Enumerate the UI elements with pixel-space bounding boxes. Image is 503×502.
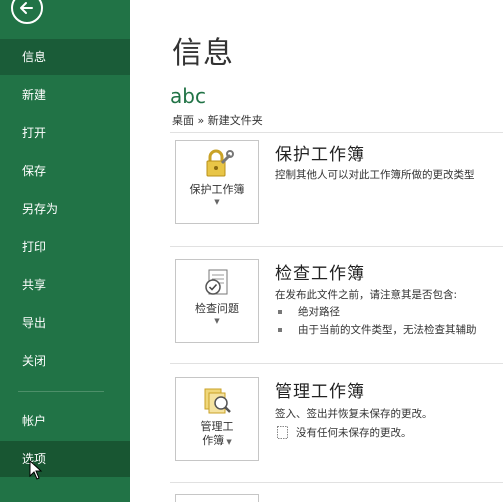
protect-workbook-label: 保护工作簿	[189, 183, 245, 196]
file-name: abc	[170, 84, 206, 108]
nav-options[interactable]: 选项	[0, 441, 130, 477]
manage-label-line1: 管理工	[200, 420, 234, 433]
bullet-item: 绝对路径	[278, 304, 340, 319]
bullet-item: 由于当前的文件类型，无法检查其辅助	[278, 322, 477, 337]
mouse-cursor-icon	[29, 460, 43, 480]
nav-open[interactable]: 打开	[0, 115, 130, 151]
bullet-text: 绝对路径	[298, 306, 340, 318]
page-title: 信息	[172, 36, 234, 71]
nav-save-as[interactable]: 另存为	[0, 191, 130, 227]
nav-save[interactable]: 保存	[0, 153, 130, 189]
lock-key-icon	[206, 149, 234, 177]
nav-new[interactable]: 新建	[0, 77, 130, 113]
nav-info[interactable]: 信息	[0, 39, 130, 75]
info-panel: 信息 abc 桌面 » 新建文件夹 保护工作簿 ▼ 保护工作簿 控制其他人可以对…	[130, 0, 503, 502]
protect-workbook-title: 保护工作簿	[275, 145, 365, 165]
nav-close[interactable]: 关闭	[0, 343, 130, 379]
inspect-workbook-desc: 在发布此文件之前，请注意其是否包含:	[275, 289, 458, 301]
backstage-sidebar: 信息 新建 打开 保存 另存为 打印 共享 导出 关闭 帐户 选项	[0, 0, 130, 502]
bullet-icon	[278, 327, 282, 332]
back-arrow-icon	[20, 2, 33, 14]
next-section-button[interactable]	[175, 494, 259, 502]
unsaved-changes-text: 没有任何未保存的更改。	[296, 427, 412, 439]
protect-workbook-desc: 控制其他人可以对此工作簿所做的更改类型	[275, 169, 475, 181]
bullet-text: 由于当前的文件类型，无法检查其辅助	[298, 324, 477, 336]
document-icon	[277, 426, 288, 439]
nav-account[interactable]: 帐户	[0, 403, 130, 439]
dropdown-caret-icon: ▼	[214, 198, 220, 206]
manage-workbook-desc: 签入、签出并恢复未保存的更改。	[275, 408, 433, 420]
manage-label-line2: 作簿	[202, 434, 225, 447]
dropdown-caret-icon: ▼	[214, 317, 220, 325]
nav-export[interactable]: 导出	[0, 305, 130, 341]
unsaved-changes-row: 没有任何未保存的更改。	[277, 425, 412, 440]
section-divider	[170, 482, 503, 483]
manage-workbook-icon	[204, 388, 231, 414]
section-divider	[170, 363, 503, 364]
bullet-icon	[278, 309, 282, 314]
dropdown-caret-icon: ▼	[224, 438, 232, 446]
inspect-workbook-title: 检查工作簿	[275, 264, 365, 284]
section-divider	[170, 132, 503, 133]
protect-workbook-button[interactable]: 保护工作簿 ▼	[175, 140, 259, 224]
breadcrumb: 桌面 » 新建文件夹	[172, 114, 263, 127]
back-button[interactable]	[11, 0, 43, 24]
inspect-document-icon	[205, 269, 228, 295]
sidebar-divider	[18, 391, 104, 392]
manage-workbook-button[interactable]: 管理工 作簿 ▼	[175, 377, 259, 461]
nav-share[interactable]: 共享	[0, 267, 130, 303]
section-divider	[170, 246, 503, 247]
manage-workbook-title: 管理工作簿	[275, 382, 365, 402]
check-issues-button[interactable]: 检查问题 ▼	[175, 259, 259, 343]
check-issues-label: 检查问题	[195, 302, 239, 315]
nav-print[interactable]: 打印	[0, 229, 130, 265]
manage-workbook-label: 管理工 作簿 ▼	[201, 420, 234, 449]
